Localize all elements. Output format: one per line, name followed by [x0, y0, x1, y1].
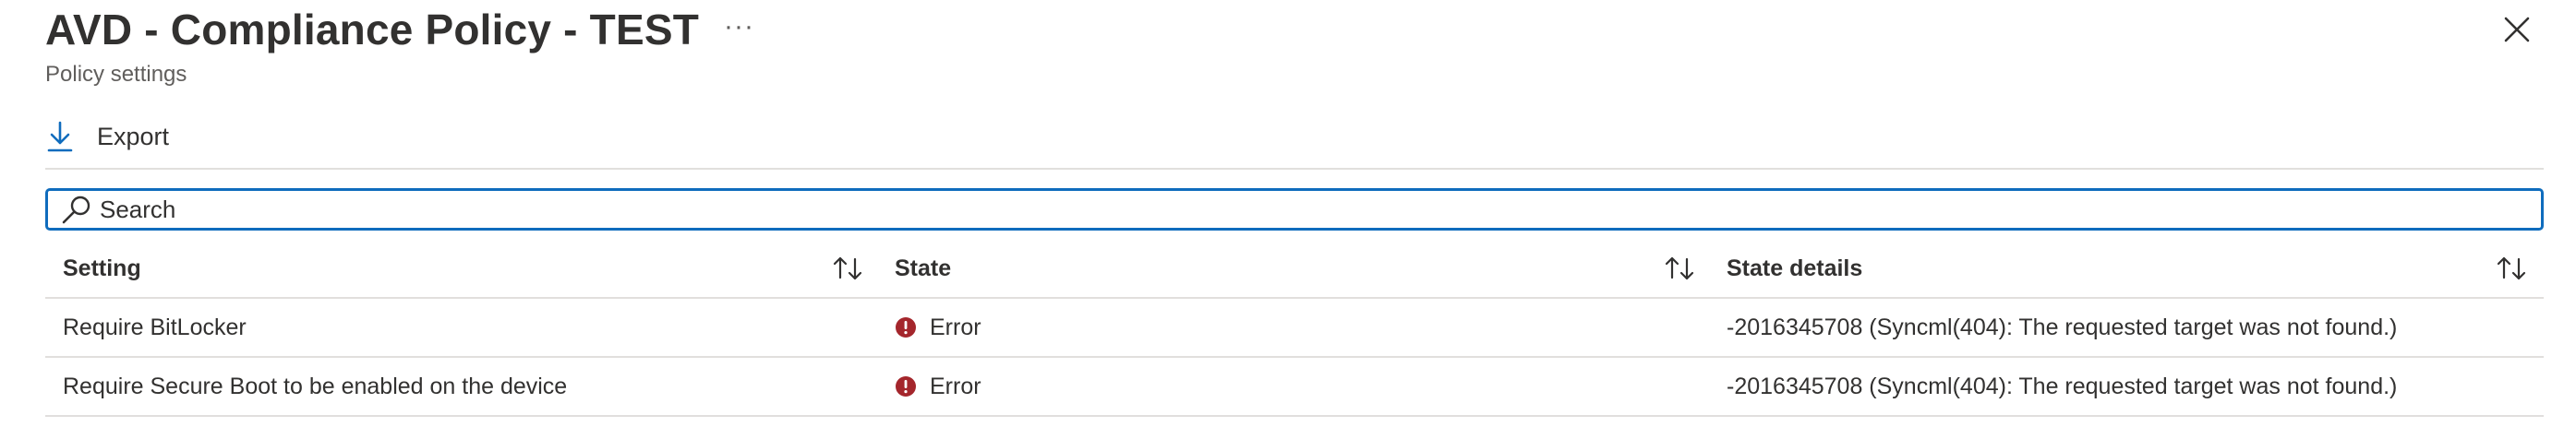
column-header-state[interactable]: State: [895, 240, 951, 297]
sort-icon[interactable]: [1662, 253, 1699, 284]
state-details-cell: -2016345708 (Syncml(404): The requested …: [1727, 373, 2398, 399]
page-subtitle: Policy settings: [45, 62, 187, 87]
page-title: AVD - Compliance Policy - TEST: [45, 6, 700, 53]
sort-icon[interactable]: [830, 253, 867, 284]
settings-table: Setting State State details Require BitL…: [45, 240, 2544, 417]
close-icon: [2504, 17, 2530, 42]
table-row[interactable]: Require BitLocker Error -2016345708 (Syn…: [45, 299, 2544, 358]
setting-cell: Require Secure Boot to be enabled on the…: [63, 373, 568, 399]
search-box[interactable]: [45, 188, 2544, 231]
export-label: Export: [97, 122, 170, 150]
sort-icon[interactable]: [2494, 253, 2531, 284]
table-row[interactable]: Require Secure Boot to be enabled on the…: [45, 358, 2544, 417]
error-icon: [896, 376, 916, 397]
state-details-cell: -2016345708 (Syncml(404): The requested …: [1727, 314, 2398, 340]
search-input[interactable]: [100, 192, 2500, 227]
search-icon: [62, 196, 90, 224]
state-label: Error: [930, 314, 981, 340]
toolbar-divider: [45, 168, 2544, 170]
more-options-button[interactable]: ···: [724, 13, 754, 41]
column-header-state-details[interactable]: State details: [1727, 240, 1862, 297]
table-header-row: Setting State State details: [45, 240, 2544, 299]
setting-cell: Require BitLocker: [63, 314, 247, 340]
policy-settings-panel: AVD - Compliance Policy - TEST ··· Polic…: [0, 0, 2576, 439]
column-header-setting[interactable]: Setting: [63, 240, 141, 297]
download-icon: [47, 121, 73, 152]
export-button[interactable]: Export: [45, 120, 169, 153]
state-label: Error: [930, 373, 981, 399]
command-bar: Export: [45, 114, 169, 159]
state-cell: Error: [895, 299, 981, 356]
close-button[interactable]: [2500, 13, 2534, 46]
error-icon: [896, 317, 916, 338]
state-cell: Error: [895, 358, 981, 415]
